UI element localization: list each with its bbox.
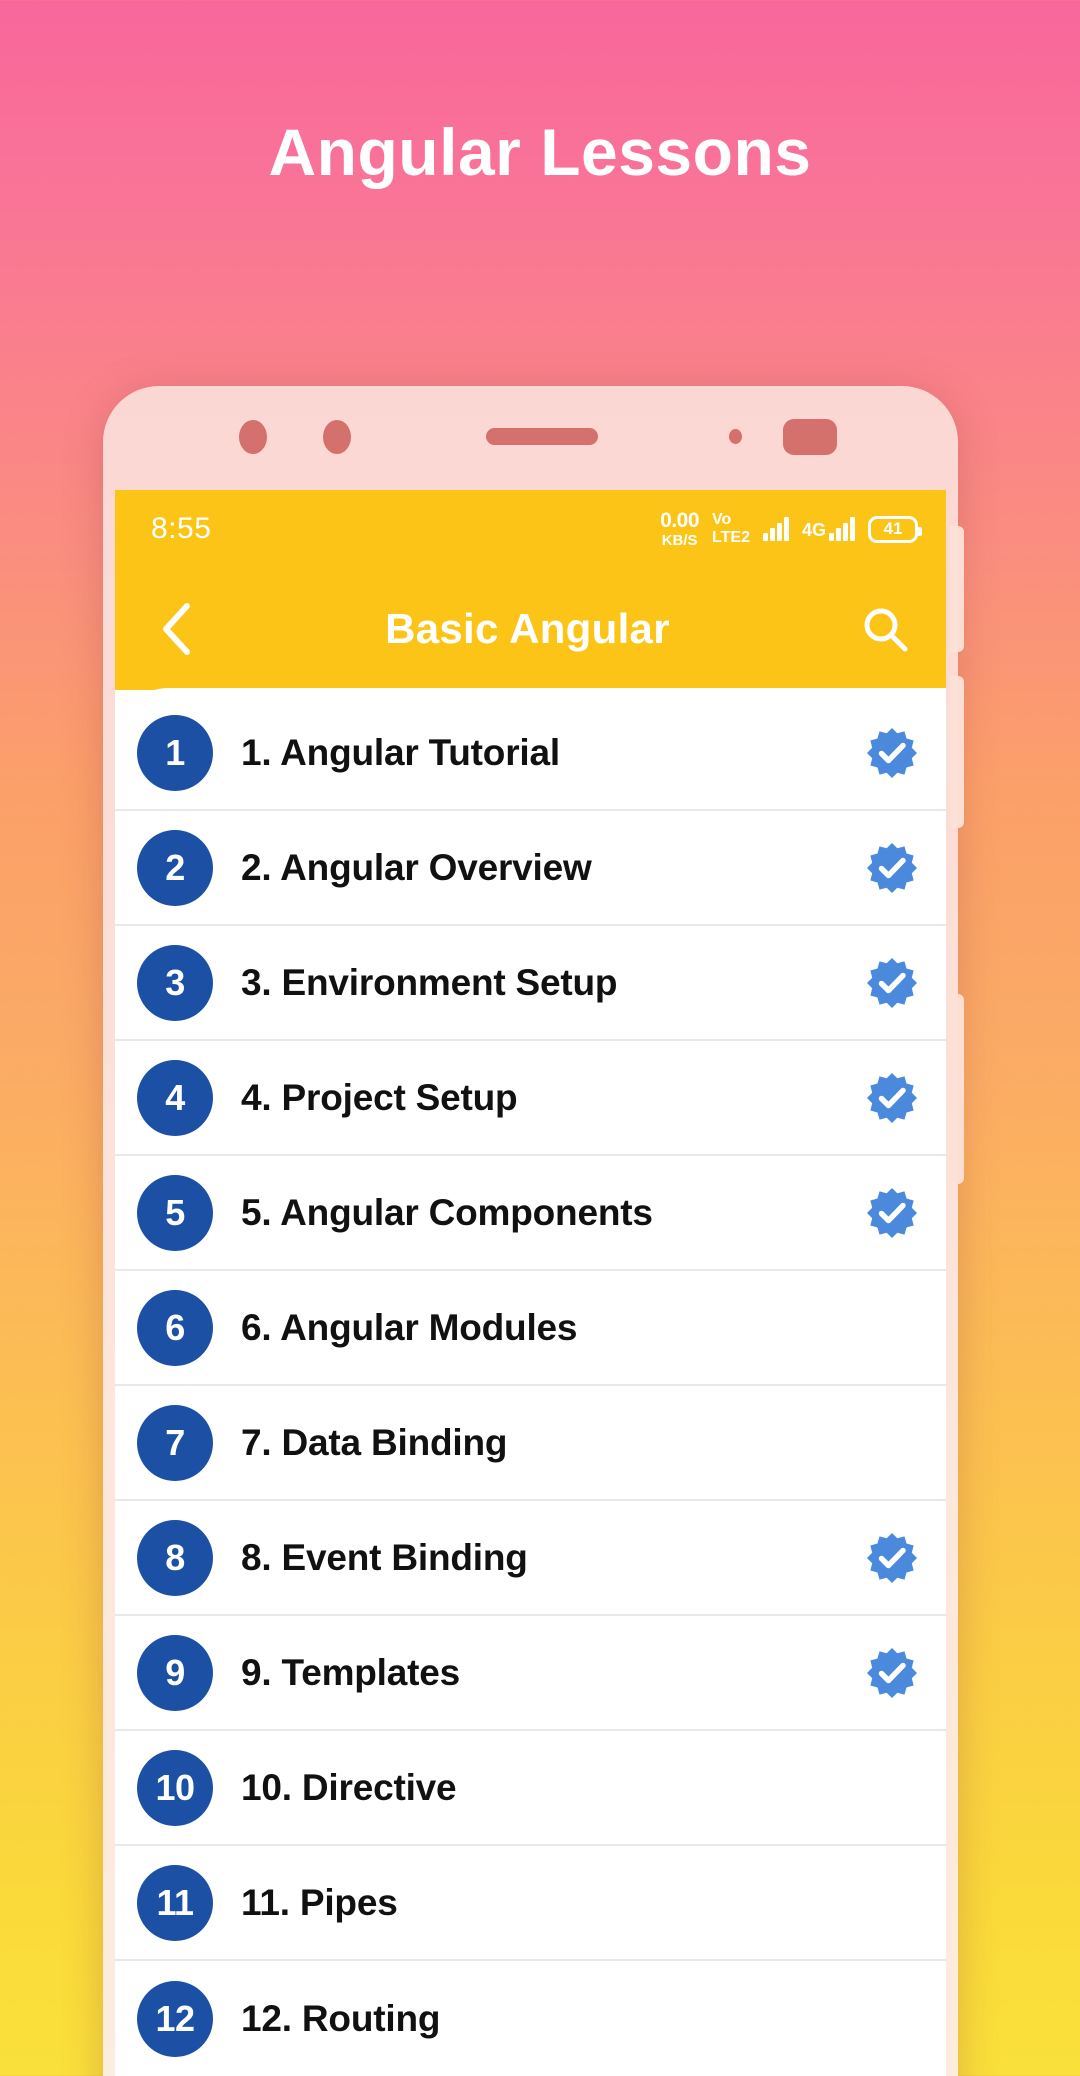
lesson-number-badge: 11 xyxy=(137,1864,213,1941)
lesson-row[interactable]: 7 7. Data Binding xyxy=(115,1386,946,1501)
network-type-label: 4G xyxy=(801,520,826,540)
lesson-number-badge: 1 xyxy=(137,714,213,791)
volte-icon: Vo LTE2 xyxy=(712,512,750,546)
power-button[interactable] xyxy=(950,994,964,1184)
led-indicator-icon xyxy=(729,429,742,444)
volume-up-button[interactable] xyxy=(950,526,964,652)
completed-check-icon xyxy=(866,1072,918,1124)
lesson-number-badge: 7 xyxy=(137,1404,213,1481)
lesson-title: 2. Angular Overview xyxy=(241,846,592,888)
sensor-dot-icon xyxy=(239,420,267,454)
lesson-number-badge: 10 xyxy=(137,1749,213,1826)
lesson-title: 9. Templates xyxy=(241,1651,461,1693)
search-icon[interactable] xyxy=(858,602,912,656)
lesson-row[interactable]: 4 4. Project Setup xyxy=(115,1041,946,1156)
lesson-row[interactable]: 9 9. Templates xyxy=(115,1616,946,1731)
phone-screen: 8:55 0.00 KB/S Vo LTE2 4G 41 Basic Angul… xyxy=(115,490,946,2076)
lesson-number-badge: 12 xyxy=(137,1980,213,2057)
volte-label-top: Vo xyxy=(712,511,732,528)
proximity-sensor-icon xyxy=(323,420,351,454)
lesson-title: 3. Environment Setup xyxy=(241,961,618,1003)
lesson-row[interactable]: 11 11. Pipes xyxy=(115,1846,946,1961)
lesson-row[interactable]: 3 3. Environment Setup xyxy=(115,926,946,1041)
lesson-number-badge: 4 xyxy=(137,1059,213,1136)
network-speed-unit: KB/S xyxy=(661,532,698,549)
completed-check-icon xyxy=(866,842,918,894)
lesson-row[interactable]: 8 8. Event Binding xyxy=(115,1501,946,1616)
phone-device-frame: 8:55 0.00 KB/S Vo LTE2 4G 41 Basic Angul… xyxy=(103,386,964,2076)
lesson-row[interactable]: 1 1. Angular Tutorial xyxy=(115,696,946,811)
volte-label-bottom: LTE2 xyxy=(712,529,750,546)
completed-check-icon xyxy=(866,1187,918,1239)
lesson-number-badge: 2 xyxy=(137,829,213,906)
lesson-list[interactable]: 1 1. Angular Tutorial 2 2. Angular Overview… xyxy=(115,688,946,2076)
network-speed-value: 0.00 xyxy=(660,509,700,532)
phone-bezel xyxy=(103,386,958,490)
lesson-row[interactable]: 2 2. Angular Overview xyxy=(115,811,946,926)
content-sheet: 1 1. Angular Tutorial 2 2. Angular Overview… xyxy=(115,688,946,2076)
lesson-number-badge: 6 xyxy=(137,1289,213,1366)
lesson-row[interactable]: 6 6. Angular Modules xyxy=(115,1271,946,1386)
lesson-title: 6. Angular Modules xyxy=(241,1306,578,1348)
page-title: Basic Angular xyxy=(385,605,670,652)
status-bar-icons: 0.00 KB/S Vo LTE2 4G 41 xyxy=(660,510,922,548)
mobile-data-indicator: 4G xyxy=(802,517,855,541)
completed-check-icon xyxy=(866,1532,918,1584)
battery-icon: 41 xyxy=(868,515,922,543)
status-bar: 8:55 0.00 KB/S Vo LTE2 4G 41 xyxy=(115,490,946,568)
promo-title: Angular Lessons xyxy=(268,115,812,189)
front-camera-icon xyxy=(783,419,837,455)
lesson-title: 12. Routing xyxy=(241,1997,441,2039)
app-bar: Basic Angular xyxy=(115,568,946,690)
lesson-number-badge: 5 xyxy=(137,1174,213,1251)
signal-bars-sim1-icon xyxy=(762,517,789,541)
lesson-row[interactable]: 12 12. Routing xyxy=(115,1961,946,2076)
lesson-row[interactable]: 10 10. Directive xyxy=(115,1731,946,1846)
lesson-title: 11. Pipes xyxy=(241,1881,398,1923)
network-speed-indicator: 0.00 KB/S xyxy=(660,510,699,548)
lesson-title: 8. Event Binding xyxy=(241,1536,528,1578)
chevron-left-icon[interactable] xyxy=(149,602,203,656)
battery-level-label: 41 xyxy=(883,519,903,538)
earpiece-speaker-icon xyxy=(486,428,598,445)
lesson-number-badge: 3 xyxy=(137,944,213,1021)
signal-bars-sim2-icon xyxy=(829,517,855,541)
lesson-title: 10. Directive xyxy=(241,1766,457,1808)
lesson-number-badge: 9 xyxy=(137,1634,213,1711)
lesson-title: 5. Angular Components xyxy=(241,1191,653,1233)
lesson-row[interactable]: 5 5. Angular Components xyxy=(115,1156,946,1271)
completed-check-icon xyxy=(866,957,918,1009)
status-time: 8:55 xyxy=(151,512,212,545)
volume-down-button[interactable] xyxy=(950,676,964,828)
completed-check-icon xyxy=(866,727,918,779)
lesson-title: 4. Project Setup xyxy=(241,1076,518,1118)
completed-check-icon xyxy=(866,1647,918,1699)
lesson-title: 1. Angular Tutorial xyxy=(241,731,560,773)
lesson-number-badge: 8 xyxy=(137,1519,213,1596)
lesson-title: 7. Data Binding xyxy=(241,1421,508,1463)
